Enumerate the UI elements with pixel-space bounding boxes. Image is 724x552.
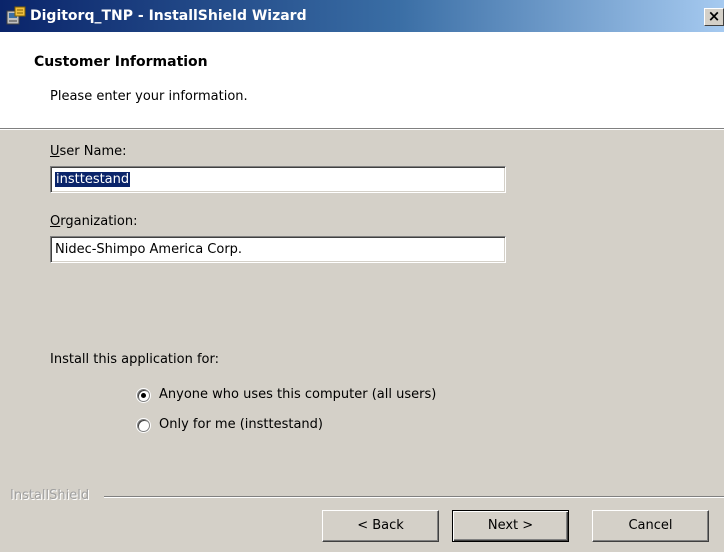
close-icon[interactable]: × — [704, 8, 724, 26]
install-for-label: Install this application for: — [50, 352, 219, 367]
page-title: Customer Information — [34, 54, 208, 70]
radio-selected-dot — [141, 393, 146, 398]
installer-icon — [6, 6, 26, 25]
installshield-wizard-window: Digitorq_TNP - InstallShield Wizard × Cu… — [0, 0, 724, 552]
organization-field[interactable]: Nidec-Shimpo America Corp. — [50, 236, 506, 263]
footer-divider-highlight — [104, 497, 724, 498]
wizard-header: Customer Information Please enter your i… — [0, 32, 724, 128]
organization-label-text: rganization: — [60, 214, 138, 229]
radio-only-me[interactable] — [137, 419, 150, 432]
user-name-label-accelerator: U — [50, 144, 60, 159]
radio-all-users-label[interactable]: Anyone who uses this computer (all users… — [159, 387, 436, 402]
user-name-label-text: ser Name: — [59, 144, 127, 159]
organization-label: Organization: — [50, 214, 138, 229]
user-name-field[interactable]: insttestand — [50, 166, 506, 193]
header-divider-highlight — [0, 129, 724, 130]
organization-value: Nidec-Shimpo America Corp. — [55, 242, 243, 257]
organization-label-accelerator: O — [50, 214, 61, 229]
radio-only-me-label[interactable]: Only for me (insttestand) — [159, 417, 323, 432]
back-button[interactable]: < Back — [322, 510, 439, 542]
window-title: Digitorq_TNP - InstallShield Wizard — [30, 8, 307, 24]
cancel-button[interactable]: Cancel — [592, 510, 709, 542]
user-name-value: insttestand — [55, 172, 131, 187]
page-subtitle: Please enter your information. — [50, 89, 248, 104]
next-button[interactable]: Next > — [452, 510, 569, 542]
title-bar[interactable]: Digitorq_TNP - InstallShield Wizard × — [0, 0, 724, 32]
user-name-label: User Name: — [50, 144, 127, 159]
radio-all-users[interactable] — [137, 389, 150, 402]
installshield-brand: InstallShield — [10, 488, 90, 503]
user-name-field-text: insttestand — [55, 171, 131, 188]
